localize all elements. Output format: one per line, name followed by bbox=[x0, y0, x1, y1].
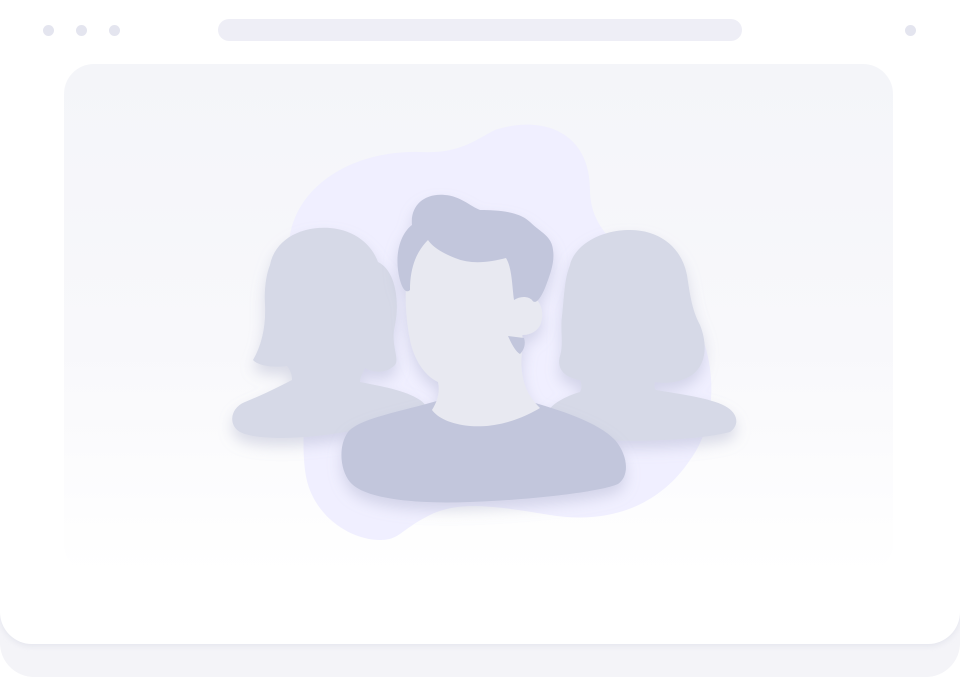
right-person-icon bbox=[545, 230, 737, 441]
browser-mockup bbox=[0, 0, 960, 677]
users-group-icon bbox=[232, 124, 737, 540]
